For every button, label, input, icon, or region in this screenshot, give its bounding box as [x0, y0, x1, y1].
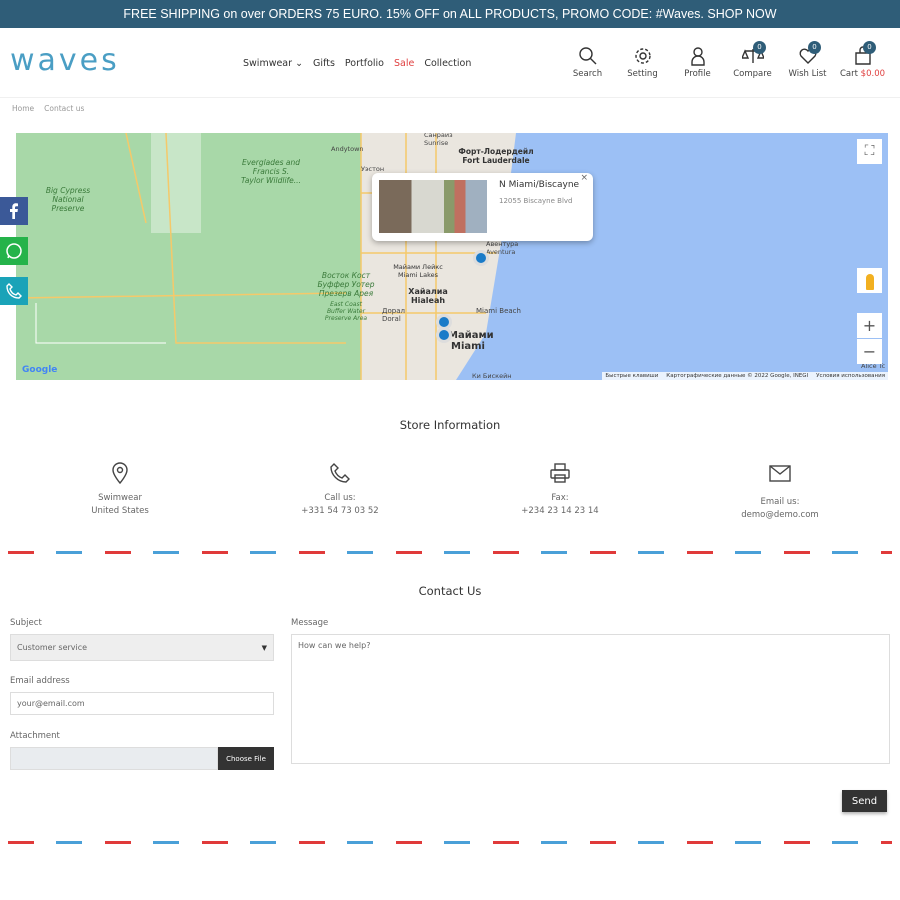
info-title: N Miami/Biscayne — [499, 180, 580, 190]
cart-count: 0 — [863, 41, 876, 54]
google-logo: Google — [22, 365, 58, 375]
map-label: East Coast Buffer Water Preserve Area — [324, 301, 368, 322]
setting-button[interactable]: Setting — [615, 46, 670, 79]
message-textarea[interactable]: How can we help? — [291, 634, 890, 764]
wishlist-count: 0 — [808, 41, 821, 54]
send-button[interactable]: Send — [842, 790, 887, 812]
attachment-label: Attachment — [10, 731, 60, 741]
envelope-icon — [769, 465, 791, 482]
nav-gifts[interactable]: Gifts — [313, 58, 335, 69]
whatsapp-share[interactable] — [0, 237, 28, 265]
breadcrumb-current: Contact us — [44, 104, 85, 113]
breadcrumb: Home Contact us — [12, 104, 94, 113]
map-marker[interactable] — [473, 250, 489, 266]
fullscreen-button[interactable]: ⛶ — [857, 139, 882, 164]
message-label: Message — [291, 618, 329, 628]
store-map[interactable]: Big Cypress National Preserve Everglades… — [16, 133, 888, 380]
header: waves Swimwear ⌄ Gifts Portfolio Sale Co… — [0, 28, 900, 98]
compare-count: 0 — [753, 41, 766, 54]
subject-select[interactable]: Customer service ▼ — [10, 634, 274, 661]
contact-title: Contact Us — [418, 584, 482, 598]
map-label: Санрайз Sunrise — [424, 133, 453, 147]
call-button[interactable] — [0, 277, 28, 305]
compare-button[interactable]: 0 Compare — [725, 41, 780, 79]
location-pin-icon — [112, 462, 128, 484]
map-label: Форт-Лодердейл Fort Lauderdale — [458, 147, 534, 165]
email-label: Email address — [10, 676, 70, 686]
search-icon — [578, 47, 596, 65]
profile-button[interactable]: Profile — [670, 46, 725, 79]
user-icon — [690, 47, 705, 66]
zoom-in-button[interactable]: + — [857, 313, 882, 338]
promo-banner[interactable]: FREE SHIPPING on over ORDERS 75 EURO. 15… — [0, 0, 900, 28]
breadcrumb-home[interactable]: Home — [12, 104, 34, 113]
pegman-icon — [865, 273, 874, 290]
map-info-window: N Miami/Biscayne 12055 Biscayne Blvd × — [372, 173, 593, 241]
map-label: Miami Beach — [476, 307, 521, 315]
store-address: Swimwear United States — [15, 462, 225, 518]
chevron-down-icon: ⌄ — [295, 58, 304, 69]
attachment-input[interactable] — [10, 747, 218, 770]
store-phone: Call us: +331 54 73 03 52 — [235, 462, 445, 518]
nav-collection[interactable]: Collection — [424, 58, 471, 69]
store-email: Email us: demo@demo.com — [675, 462, 885, 522]
cart-button[interactable]: 0 Cart $0.00 — [835, 41, 890, 79]
map-label: Andytown — [331, 145, 364, 153]
map-label: Майами Лейкс Miami Lakes — [393, 263, 443, 279]
map-label: Everglades and Francis S. Taylor Wildlif… — [241, 158, 301, 185]
facebook-share[interactable] — [0, 197, 28, 225]
nav-swimwear[interactable]: Swimwear ⌄ — [243, 58, 303, 69]
phone-icon — [6, 283, 22, 299]
map-marker[interactable] — [436, 327, 452, 343]
map-label: Авентура Aventura — [486, 240, 519, 256]
map-label: Восток Кост Буффер Уотер Презерв Арея — [317, 271, 375, 298]
airmail-divider — [8, 841, 892, 844]
store-photo — [379, 180, 487, 233]
printer-icon — [550, 463, 570, 483]
caret-down-icon: ▼ — [261, 643, 267, 652]
map-label: Big Cypress National Preserve — [45, 186, 91, 213]
store-info-title: Store Information — [399, 418, 501, 432]
email-input[interactable]: your@email.com — [10, 692, 274, 715]
zoom-out-button[interactable]: − — [857, 339, 882, 364]
logo[interactable]: waves — [10, 43, 120, 78]
map-label: Майами Miami — [448, 330, 494, 352]
choose-file-button[interactable]: Choose File — [218, 747, 274, 770]
search-button[interactable]: Search — [560, 46, 615, 79]
gear-icon — [634, 48, 651, 64]
close-icon[interactable]: × — [580, 173, 588, 183]
info-address: 12055 Biscayne Blvd — [499, 197, 573, 205]
street-view-pegman[interactable] — [857, 268, 882, 293]
airmail-divider — [8, 551, 892, 554]
map-label: Дорал Doral — [382, 307, 405, 323]
nav-portfolio[interactable]: Portfolio — [345, 58, 384, 69]
facebook-icon — [10, 203, 18, 219]
subject-label: Subject — [10, 618, 42, 628]
nav-sale[interactable]: Sale — [394, 58, 414, 69]
store-fax: Fax: +234 23 14 23 14 — [455, 462, 665, 518]
wishlist-button[interactable]: 0 Wish List — [780, 41, 835, 79]
map-label: Уэстон — [361, 165, 385, 173]
map-label: Ки Бискейн — [472, 372, 512, 380]
fullscreen-icon: ⛶ — [864, 143, 875, 159]
phone-icon — [330, 463, 350, 483]
main-nav: Swimwear ⌄ Gifts Portfolio Sale Collecti… — [243, 58, 471, 69]
header-icons: Search Setting Profile 0 Compare 0 Wish Li… — [560, 41, 890, 79]
map-label: Хайалиа Hialeah — [408, 287, 448, 305]
whatsapp-icon — [6, 243, 22, 259]
map-attribution: Быстрые клавиши Картографические данные ©… — [602, 372, 888, 380]
